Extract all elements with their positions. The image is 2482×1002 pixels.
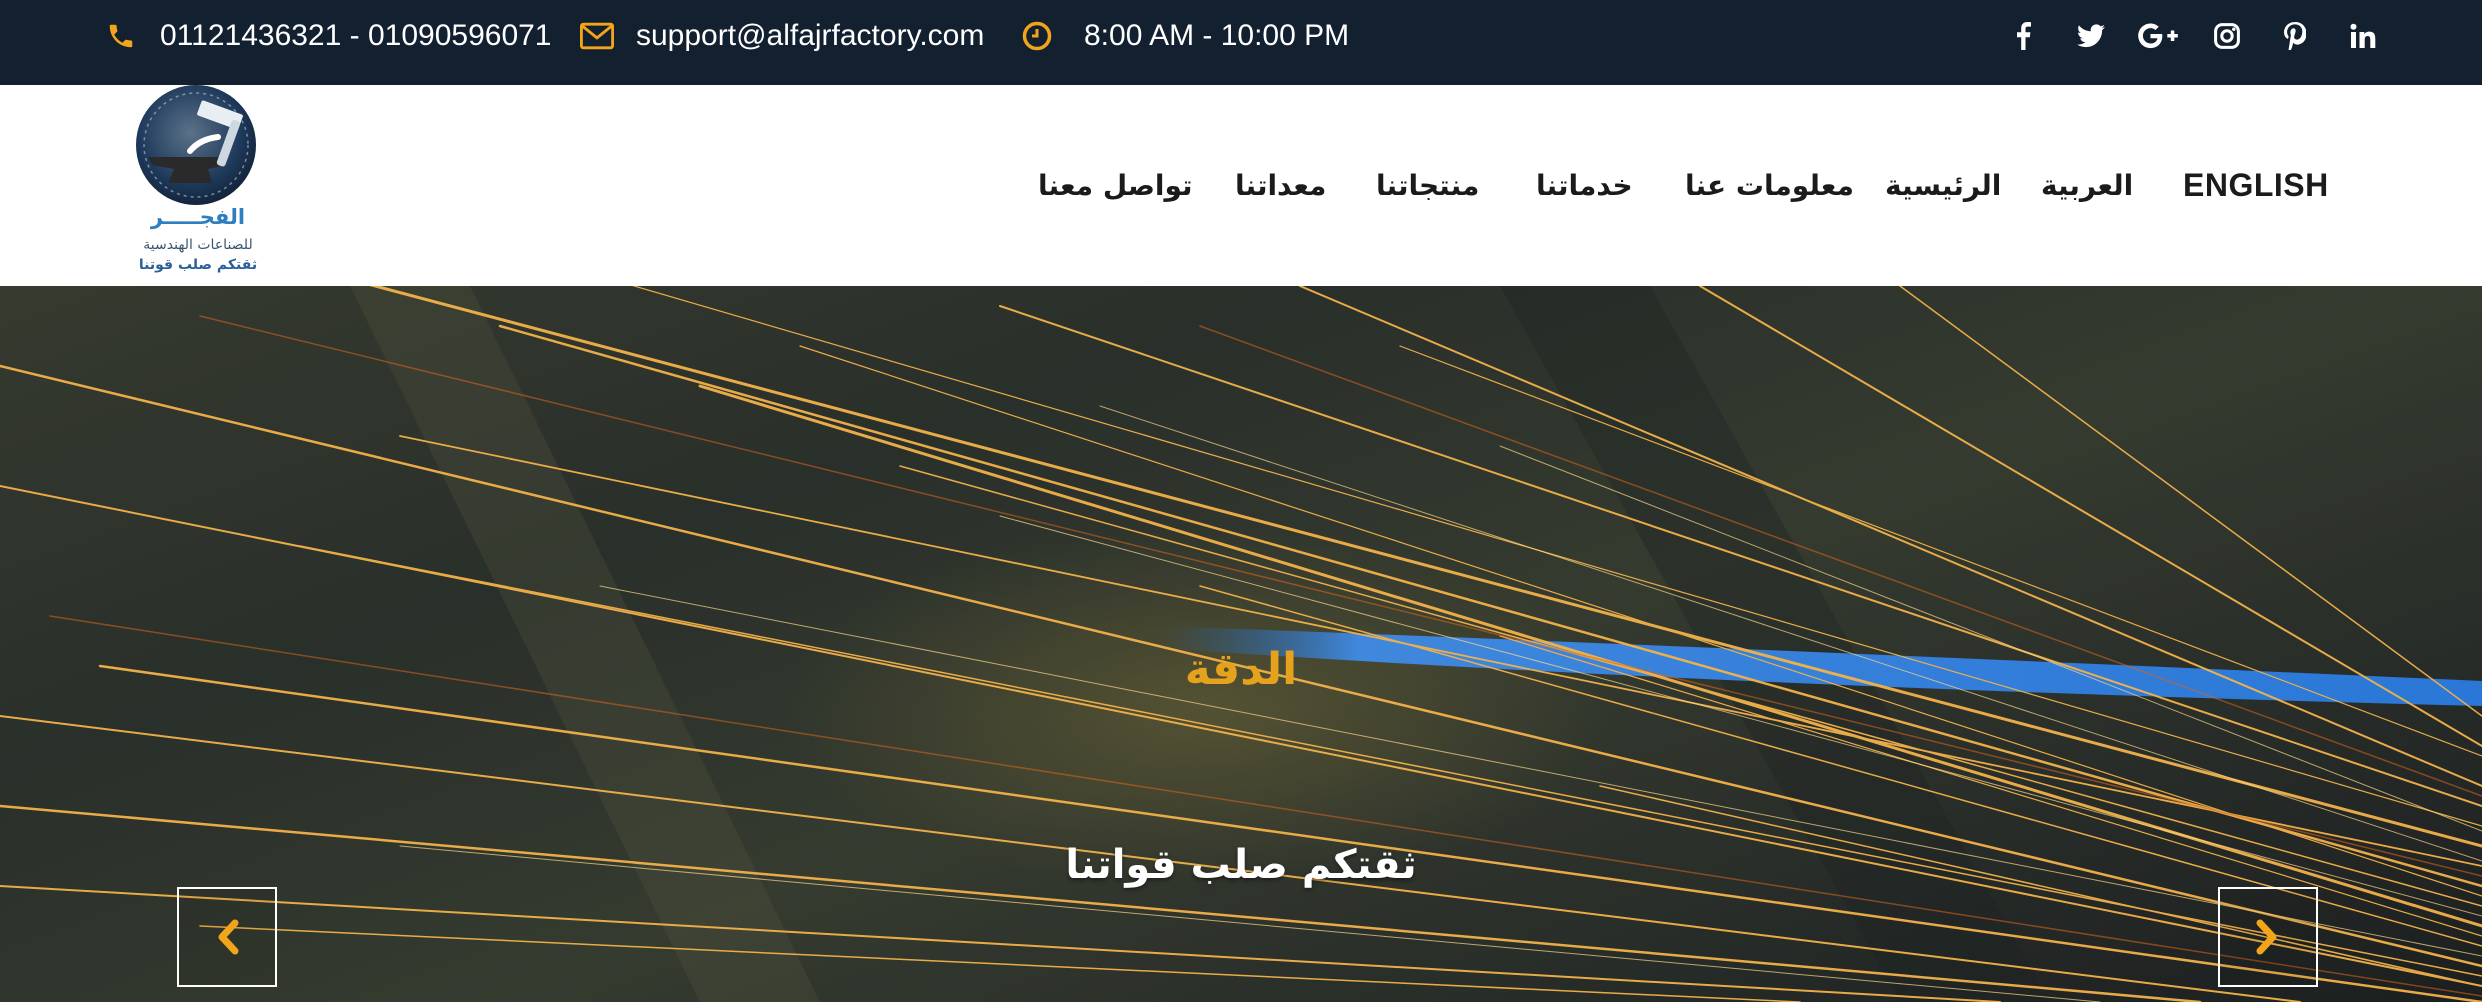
- opening-hours: 8:00 AM - 10:00 PM: [1020, 0, 1349, 72]
- linkedin-icon[interactable]: [2341, 14, 2385, 58]
- email-contact[interactable]: support@alfajrfactory.com: [580, 0, 984, 72]
- twitter-icon[interactable]: [2069, 14, 2113, 58]
- logo-subtitle: للصناعات الهندسية: [143, 237, 253, 253]
- envelope-icon: [580, 19, 614, 53]
- nav-arabic[interactable]: العربية: [2041, 85, 2133, 286]
- phone-numbers: 01121436321 - 01090596071: [160, 19, 552, 52]
- nav-services-label: خدماتنا: [1536, 169, 1633, 202]
- nav-home[interactable]: الرئيسية: [1885, 85, 2001, 286]
- phone-contact[interactable]: 01121436321 - 01090596071: [104, 0, 552, 72]
- nav-home-label: الرئيسية: [1885, 169, 2002, 202]
- nav-services[interactable]: خدماتنا: [1536, 85, 1633, 286]
- google-plus-icon[interactable]: [2136, 14, 2180, 58]
- nav-products[interactable]: منتجاتنا: [1376, 85, 1479, 286]
- instagram-icon[interactable]: [2205, 14, 2249, 58]
- nav-contact[interactable]: تواصل معنا: [1038, 85, 1193, 286]
- phone-icon: [104, 19, 138, 53]
- facebook-icon[interactable]: [2001, 14, 2045, 58]
- slider-prev-button[interactable]: [177, 887, 277, 987]
- nav-english[interactable]: ENGLISH: [2183, 85, 2329, 286]
- logo-emblem-icon: [136, 85, 256, 205]
- logo-title: الفجـــــر: [150, 205, 246, 229]
- nav-equipment-label: معداتنا: [1235, 169, 1327, 202]
- hero-title: الدقة: [1184, 644, 1298, 695]
- slider-next-button[interactable]: [2218, 887, 2318, 987]
- nav-products-label: منتجاتنا: [1376, 169, 1480, 202]
- hours-text: 8:00 AM - 10:00 PM: [1084, 19, 1350, 52]
- hero-slider: الدقة ثقتكم صلب قواتنا: [0, 286, 2482, 1002]
- pinterest-icon[interactable]: [2273, 14, 2317, 58]
- clock-icon: [1020, 19, 1054, 53]
- chevron-left-icon: [218, 919, 239, 955]
- nav-english-label: ENGLISH: [2183, 167, 2329, 203]
- top-bar: 01121436321 - 01090596071 support@alfajr…: [0, 0, 2482, 85]
- main-header: الفجـــــر للصناعات الهندسية ثقتكم صلب ق…: [0, 85, 2482, 286]
- logo-slogan: ثقتكم صلب قوتنا: [138, 257, 258, 273]
- nav-about[interactable]: معلومات عنا: [1685, 85, 1854, 286]
- nav-about-label: معلومات عنا: [1685, 169, 1854, 202]
- hero-subtitle: ثقتكم صلب قواتنا: [1065, 842, 1417, 888]
- nav-arabic-label: العربية: [2041, 169, 2134, 202]
- chevron-right-icon: [2256, 919, 2277, 955]
- nav-equipment[interactable]: معداتنا: [1235, 85, 1326, 286]
- nav-contact-label: تواصل معنا: [1038, 169, 1193, 202]
- email-address: support@alfajrfactory.com: [636, 19, 985, 52]
- company-logo[interactable]: الفجـــــر للصناعات الهندسية ثقتكم صلب ق…: [128, 85, 268, 281]
